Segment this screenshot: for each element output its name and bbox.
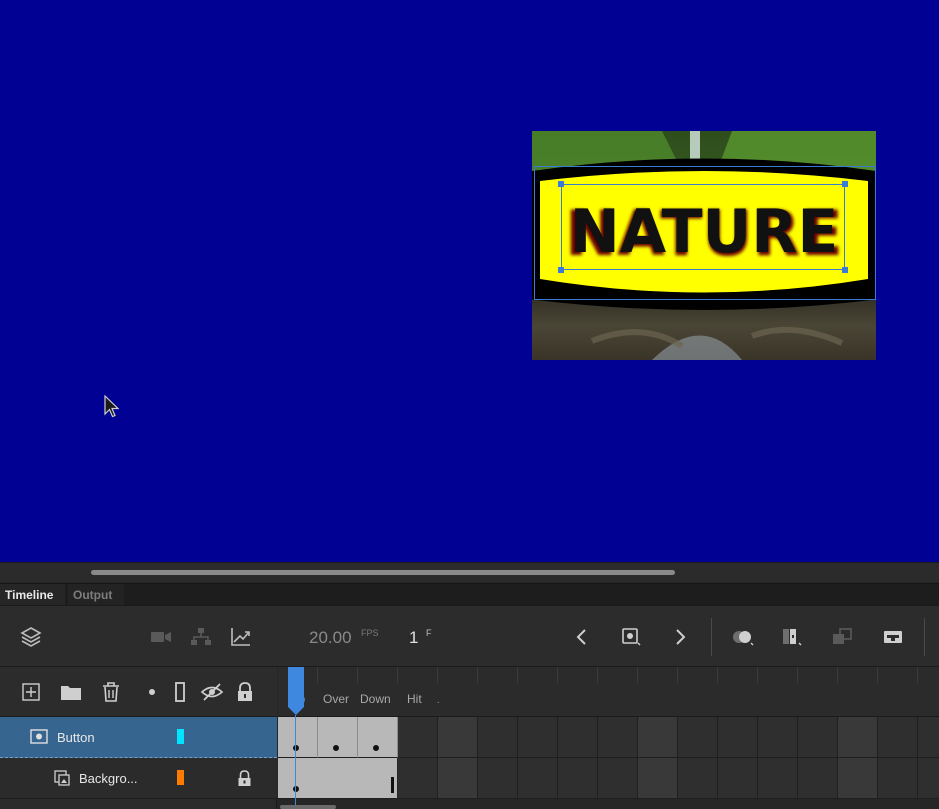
frame-cell[interactable] bbox=[598, 758, 638, 799]
frame-cell[interactable] bbox=[838, 758, 878, 799]
frame-ruler[interactable]: Up Over Down Hit . bbox=[278, 667, 939, 717]
frame-cell[interactable] bbox=[678, 717, 718, 758]
playhead[interactable] bbox=[288, 667, 304, 717]
frame-cell[interactable] bbox=[878, 717, 918, 758]
graph-icon[interactable] bbox=[229, 625, 253, 649]
frame-cell[interactable] bbox=[798, 758, 838, 799]
fps-value[interactable]: 20.00 bbox=[309, 628, 352, 648]
stage-canvas[interactable]: NATURE NATURE bbox=[0, 0, 939, 562]
state-label-over: Over bbox=[323, 692, 350, 706]
layer-name[interactable]: Backgro... bbox=[79, 771, 138, 786]
keyframe-down[interactable] bbox=[358, 717, 398, 758]
toolbar-separator bbox=[924, 618, 925, 656]
state-label-down: Down bbox=[360, 692, 391, 706]
layer-color-swatch[interactable] bbox=[177, 729, 184, 744]
playhead-line bbox=[295, 715, 296, 807]
layer-color-swatch[interactable] bbox=[177, 770, 184, 785]
frames-scrollbar[interactable] bbox=[280, 805, 336, 809]
edit-multiple-frames-icon[interactable] bbox=[781, 625, 805, 649]
insert-keyframe-icon[interactable] bbox=[619, 625, 643, 649]
frame-cell[interactable] bbox=[678, 758, 718, 799]
camera-icon[interactable] bbox=[149, 625, 173, 649]
frame-span-end-marker bbox=[391, 777, 394, 793]
frame-cell[interactable] bbox=[638, 717, 678, 758]
transform-handle[interactable] bbox=[558, 267, 564, 273]
previous-frame-icon[interactable] bbox=[569, 625, 593, 649]
outline-icon[interactable] bbox=[168, 680, 192, 704]
frame-cell[interactable] bbox=[438, 758, 478, 799]
lock-icon[interactable] bbox=[233, 680, 257, 704]
frame-cell[interactable] bbox=[398, 758, 438, 799]
transform-handle[interactable] bbox=[842, 267, 848, 273]
frame-cell[interactable] bbox=[558, 758, 598, 799]
frame-cell[interactable] bbox=[718, 717, 758, 758]
new-layer-icon[interactable] bbox=[19, 680, 43, 704]
parenting-icon[interactable] bbox=[189, 625, 213, 649]
layer-icon bbox=[30, 729, 48, 749]
keyframe-up[interactable] bbox=[278, 717, 318, 758]
new-folder-icon[interactable] bbox=[59, 680, 83, 704]
frame-cell[interactable] bbox=[598, 717, 638, 758]
frame-unit: F bbox=[426, 628, 432, 638]
layer-row-button[interactable]: Button bbox=[0, 717, 277, 758]
bitmap-layer-icon bbox=[54, 770, 70, 791]
frame-cell[interactable] bbox=[918, 717, 939, 758]
frame-view-icon[interactable] bbox=[881, 625, 905, 649]
layers-panel: Button Backgro... bbox=[0, 667, 277, 809]
keyframe-over[interactable] bbox=[318, 717, 358, 758]
layers-icon[interactable] bbox=[19, 625, 43, 649]
frame-cell[interactable] bbox=[518, 758, 558, 799]
text-selection-box[interactable] bbox=[561, 184, 845, 270]
visibility-icon[interactable] bbox=[200, 680, 224, 704]
frame-cell[interactable] bbox=[438, 717, 478, 758]
lock-icon[interactable] bbox=[237, 770, 252, 792]
frame-cell[interactable] bbox=[478, 717, 518, 758]
transform-handle[interactable] bbox=[842, 181, 848, 187]
panel-tabs: Timeline Output bbox=[0, 583, 939, 606]
frame-cell[interactable] bbox=[398, 717, 438, 758]
stage-horizontal-scrollbar[interactable] bbox=[0, 562, 939, 582]
layer-row-background[interactable]: Backgro... bbox=[0, 758, 277, 799]
toolbar-separator bbox=[711, 618, 712, 656]
frame-cell[interactable] bbox=[878, 758, 918, 799]
frame-cell[interactable] bbox=[638, 758, 678, 799]
frame-cell[interactable] bbox=[758, 717, 798, 758]
frame-cell[interactable] bbox=[838, 717, 878, 758]
frame-cell[interactable] bbox=[718, 758, 758, 799]
scrollbar-thumb[interactable] bbox=[91, 570, 675, 575]
frame-cell[interactable] bbox=[918, 758, 939, 799]
frames-panel[interactable]: Up Over Down Hit . bbox=[278, 667, 939, 809]
frame-cell[interactable] bbox=[478, 758, 518, 799]
frame-cell[interactable] bbox=[798, 717, 838, 758]
tab-timeline[interactable]: Timeline bbox=[0, 584, 65, 606]
transform-handle[interactable] bbox=[558, 181, 564, 187]
next-frame-icon[interactable] bbox=[669, 625, 693, 649]
layer-tools bbox=[0, 667, 277, 717]
tab-output[interactable]: Output bbox=[68, 584, 124, 606]
frame-cell[interactable] bbox=[758, 758, 798, 799]
frame-cell[interactable] bbox=[558, 717, 598, 758]
highlight-dot-icon[interactable] bbox=[140, 680, 164, 704]
layer-name[interactable]: Button bbox=[57, 730, 95, 745]
animate-window: NATURE NATURE Timeline Output 20.00 FPS … bbox=[0, 0, 939, 809]
fps-unit: FPS bbox=[361, 628, 379, 638]
onion-skin-icon[interactable] bbox=[731, 625, 755, 649]
delete-icon[interactable] bbox=[99, 680, 123, 704]
current-frame-value[interactable]: 1 bbox=[409, 628, 418, 648]
tween-icon[interactable] bbox=[831, 625, 855, 649]
state-label-hit: Hit bbox=[407, 692, 422, 706]
frame-cell[interactable] bbox=[518, 717, 558, 758]
timeline-toolbar: 20.00 FPS 1 F bbox=[0, 605, 939, 667]
arrow-cursor-icon bbox=[104, 394, 120, 424]
